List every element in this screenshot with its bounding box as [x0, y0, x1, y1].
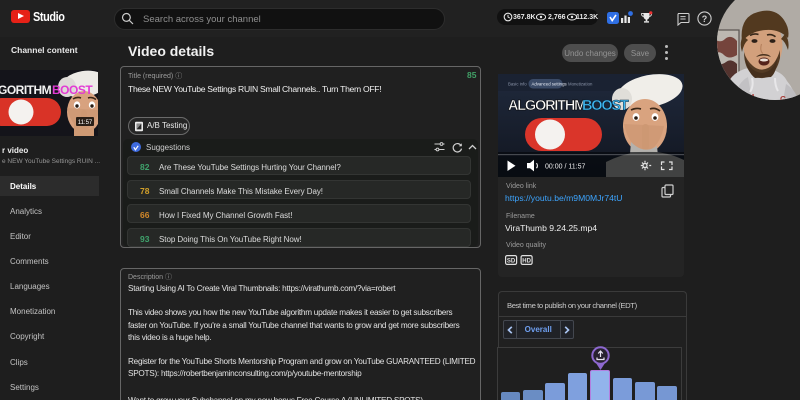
- svg-text:G: G: [780, 95, 786, 104]
- svg-text:Basic info: Basic info: [508, 82, 527, 87]
- svg-text:11:57: 11:57: [78, 120, 93, 126]
- svg-text:00:00 / 11:57: 00:00 / 11:57: [545, 163, 585, 170]
- svg-text:BOOST: BOOST: [52, 83, 93, 97]
- svg-text:BOOST: BOOST: [582, 98, 629, 114]
- svg-text:HD: HD: [522, 258, 531, 264]
- svg-text:Advanced settings: Advanced settings: [532, 82, 567, 87]
- svg-text:Monetization: Monetization: [568, 82, 593, 87]
- svg-text:GORITHM: GORITHM: [0, 83, 52, 97]
- svg-text:ALGORITHM: ALGORITHM: [508, 98, 586, 114]
- svg-text:M: M: [748, 93, 755, 102]
- svg-text:SD: SD: [507, 258, 516, 264]
- svg-text:?: ?: [702, 14, 708, 24]
